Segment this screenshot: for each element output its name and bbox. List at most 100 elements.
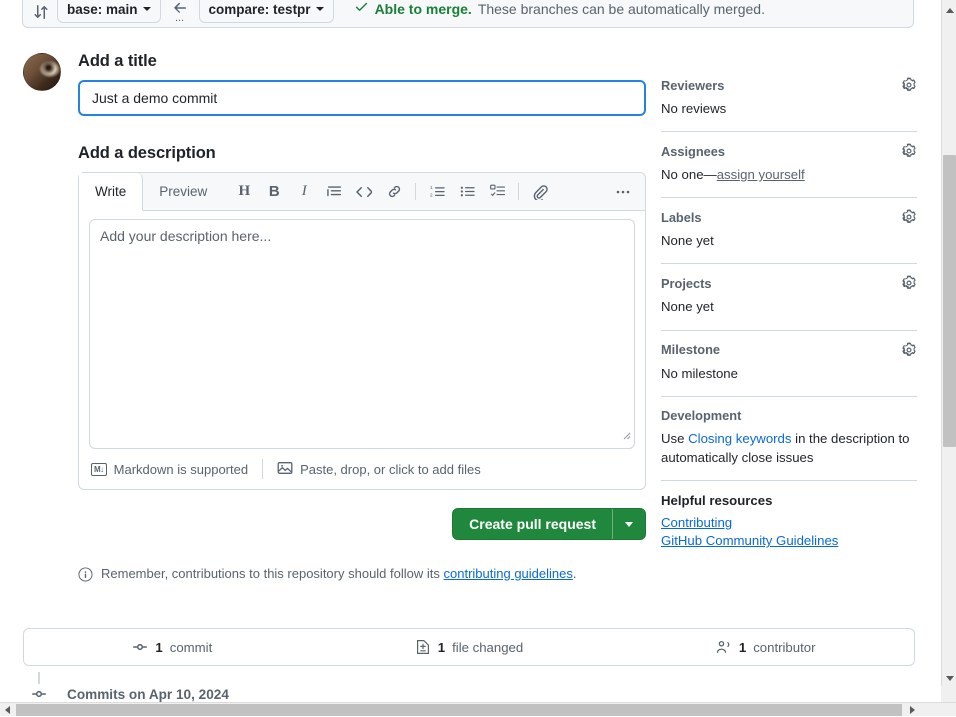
sidebar-section-resources: Helpful resources Contributing GitHub Co… (661, 480, 917, 563)
horizontal-scrollbar[interactable] (0, 702, 956, 716)
community-guidelines-link[interactable]: GitHub Community Guidelines (661, 532, 917, 550)
tab-preview-label: Preview (159, 184, 207, 199)
projects-title: Projects (661, 276, 712, 291)
contributing-note-text: Remember, contributions to this reposito… (101, 566, 577, 581)
tab-write[interactable]: Write (79, 173, 143, 211)
base-branch-label: base: main (67, 2, 138, 17)
merge-status-detail: These branches can be automatically merg… (478, 1, 765, 17)
timeline-rail (23, 672, 55, 702)
labels-header: Labels (661, 198, 917, 225)
sidebar-section-assignees: Assignees No one—assign yourself (661, 131, 917, 197)
info-icon (78, 567, 93, 585)
create-pull-request-button[interactable]: Create pull request (453, 509, 612, 539)
stat-contributors[interactable]: 1 contributor (617, 629, 914, 665)
horizontal-scrollbar-thumb[interactable] (16, 704, 902, 716)
create-pull-request-button-group: Create pull request (452, 508, 646, 540)
stat-commits-count: 1 (155, 640, 162, 655)
scroll-up-arrow[interactable] (942, 2, 956, 18)
markdown-supported-label: Markdown is supported (114, 462, 248, 477)
milestone-header: Milestone (661, 331, 917, 358)
reviewers-title: Reviewers (661, 78, 724, 93)
sidebar-section-development: Development Use Closing keywords in the … (661, 396, 917, 480)
people-icon (716, 639, 732, 655)
vertical-scrollbar-thumb[interactable] (943, 155, 956, 447)
closing-keywords-link[interactable]: Closing keywords (688, 431, 791, 446)
contributing-note: Remember, contributions to this reposito… (78, 566, 646, 585)
tab-preview[interactable]: Preview (143, 173, 224, 210)
create-pull-request-label: Create pull request (469, 516, 596, 532)
stat-contributors-count: 1 (739, 640, 746, 655)
commits-timeline: Commits on Apr 10, 2024 (23, 672, 915, 702)
link-icon[interactable] (380, 178, 408, 206)
chevron-down-icon (625, 522, 633, 527)
description-heading: Add a description (78, 144, 646, 163)
pull-request-form: Add a title Add a description Write Prev… (78, 52, 646, 585)
footer-divider (262, 459, 263, 479)
scroll-down-arrow[interactable] (942, 670, 956, 686)
scroll-right-arrow[interactable] (905, 703, 920, 717)
development-text-before: Use (661, 431, 688, 446)
development-header: Development (661, 397, 917, 423)
assignees-title: Assignees (661, 144, 725, 159)
italic-icon[interactable]: I (290, 178, 318, 206)
compare-branch-label: compare: testpr (209, 2, 311, 17)
gear-icon[interactable] (901, 342, 917, 358)
vertical-scrollbar[interactable] (941, 0, 956, 702)
merge-status-strong: Able to merge. (375, 1, 472, 17)
task-list-icon[interactable] (483, 178, 511, 206)
chevron-down-icon (316, 7, 324, 11)
attach-file-icon[interactable] (526, 178, 554, 206)
pr-title-input[interactable] (78, 80, 646, 116)
compare-branch-selector[interactable]: compare: testpr (199, 0, 334, 23)
stat-files-changed[interactable]: 1 file changed (321, 629, 618, 665)
description-textarea[interactable] (89, 219, 635, 449)
quote-icon[interactable] (320, 178, 348, 206)
commits-date-label: Commits on Apr 10, 2024 (67, 687, 229, 702)
ordered-list-icon[interactable]: 1 2 (423, 178, 451, 206)
arrow-left-icon: ... (169, 0, 191, 23)
tab-write-label: Write (95, 184, 126, 199)
page-viewport: base: main ... compare: testpr Able to m… (0, 0, 941, 702)
projects-body: None yet (661, 291, 917, 329)
base-branch-selector[interactable]: base: main (57, 0, 161, 23)
toolbar-divider (415, 183, 416, 200)
arrow-dots: ... (175, 16, 184, 21)
assignees-none-label: No one— (661, 167, 717, 182)
stat-files-label: file changed (452, 640, 523, 655)
assignees-body: No one—assign yourself (661, 159, 917, 197)
markdown-icon: M↓ (91, 463, 107, 476)
stat-contributors-label: contributor (753, 640, 815, 655)
heading-icon[interactable]: H (230, 178, 258, 206)
contributing-guidelines-link[interactable]: contributing guidelines (444, 566, 573, 581)
add-files-control[interactable]: Paste, drop, or click to add files (277, 460, 481, 479)
note-prefix: Remember, contributions to this reposito… (101, 566, 444, 581)
sidebar-section-labels: Labels None yet (661, 197, 917, 263)
milestone-title: Milestone (661, 342, 720, 357)
commit-icon (31, 686, 47, 702)
pr-sidebar: Reviewers No reviews Assignees (661, 66, 917, 563)
scroll-left-arrow[interactable] (0, 703, 15, 717)
assign-yourself-link[interactable]: assign yourself (717, 167, 805, 182)
gear-icon[interactable] (901, 77, 917, 93)
gear-icon[interactable] (901, 209, 917, 225)
unordered-list-icon[interactable] (453, 178, 481, 206)
more-options-icon[interactable] (609, 178, 637, 206)
svg-text:1: 1 (430, 185, 433, 190)
scrollbar-corner (941, 686, 956, 702)
helpful-resources-links: Contributing GitHub Community Guidelines (661, 508, 917, 563)
code-icon[interactable] (350, 178, 378, 206)
create-pull-request-dropdown[interactable] (612, 509, 645, 539)
gear-icon[interactable] (901, 275, 917, 291)
gear-icon[interactable] (901, 143, 917, 159)
reviewers-body: No reviews (661, 93, 917, 131)
stat-commits[interactable]: 1 commit (24, 629, 321, 665)
markdown-editor: Write Preview H B I (78, 172, 646, 490)
note-suffix: . (573, 566, 577, 581)
contributing-link[interactable]: Contributing (661, 514, 917, 532)
toolbar-divider (518, 183, 519, 200)
stat-files-count: 1 (438, 640, 445, 655)
bold-icon[interactable]: B (260, 178, 288, 206)
chevron-down-icon (143, 7, 151, 11)
assignees-header: Assignees (661, 132, 917, 159)
commit-icon (132, 639, 148, 655)
